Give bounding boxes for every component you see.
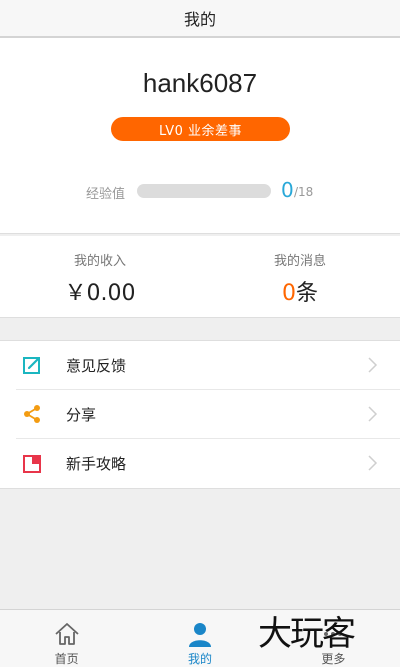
tab-mine[interactable]: 我的 [133, 610, 266, 667]
username: hank6087 [142, 68, 258, 98]
exp-progress-bar [137, 184, 271, 198]
user-icon [188, 623, 211, 647]
menu-item-label: 新手攻略 [66, 455, 127, 473]
profile-card: hank6087 LV0 业余差事 经验值 0 /18 [0, 38, 400, 234]
exp-max: /18 [294, 185, 314, 199]
chevron-right-icon [368, 455, 378, 471]
income-value: ￥0.00 [64, 281, 136, 306]
tab-home[interactable]: 首页 [0, 610, 133, 667]
income-stat[interactable]: 我的收入 ￥0.00 [0, 236, 200, 317]
level-badge[interactable]: LV0 业余差事 [111, 117, 290, 141]
messages-label: 我的消息 [273, 254, 326, 269]
stats-row: 我的收入 ￥0.00 我的消息 0条 [0, 236, 400, 318]
tab-label: 首页 [54, 652, 79, 666]
watermark-logo: 大玩客 [258, 614, 356, 654]
messages-count: 0 [281, 281, 296, 306]
messages-stat[interactable]: 我的消息 0条 [200, 236, 400, 317]
edit-icon [22, 355, 42, 375]
home-icon [55, 623, 79, 645]
menu-list: 意见反馈 分享 新手攻略 [0, 340, 400, 489]
menu-item-share[interactable]: 分享 [16, 390, 400, 439]
exp-value: 0 [281, 178, 294, 202]
menu-item-guide[interactable]: 新手攻略 [16, 439, 400, 488]
messages-unit: 条 [295, 281, 318, 306]
menu-item-label: 意见反馈 [66, 356, 127, 375]
tab-label: 我的 [187, 652, 212, 666]
menu-item-feedback[interactable]: 意见反馈 [16, 341, 400, 390]
menu-item-label: 分享 [66, 405, 97, 424]
page-title: 我的 [183, 10, 216, 29]
title-bar: 我的 [0, 0, 400, 38]
share-icon [22, 404, 42, 424]
bookmark-icon [22, 454, 42, 474]
chevron-right-icon [368, 406, 378, 422]
messages-value: 0条 [200, 275, 400, 307]
exp-label: 经验值 [86, 187, 126, 202]
income-label: 我的收入 [73, 254, 126, 269]
chevron-right-icon [368, 357, 378, 373]
